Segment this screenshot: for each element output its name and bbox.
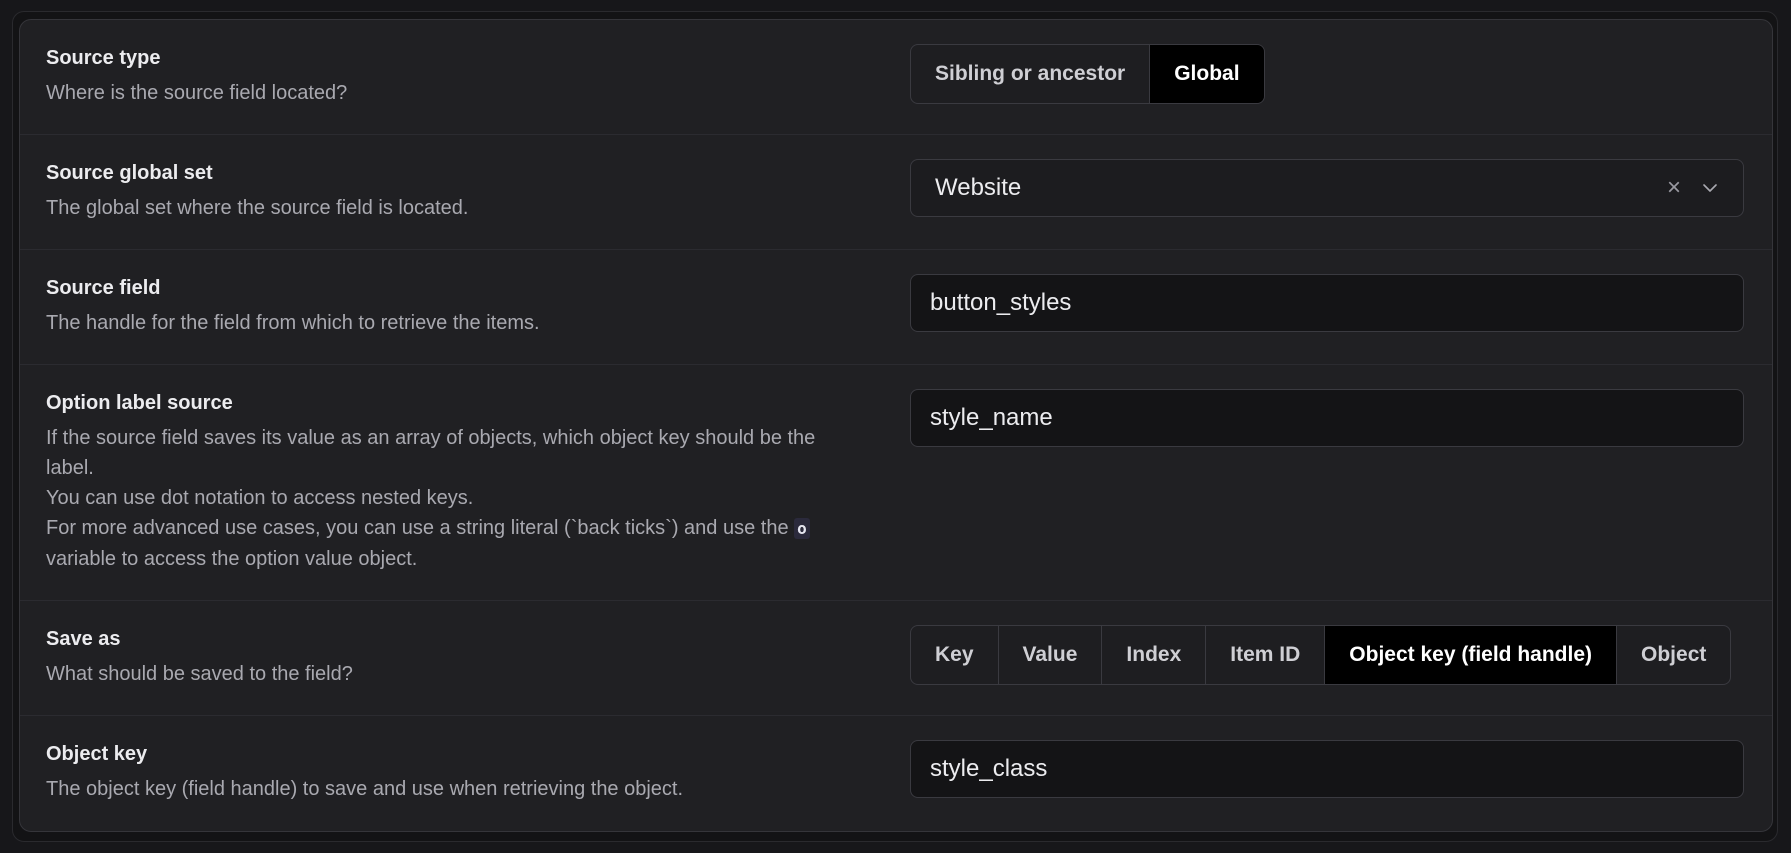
source-global-set-description: The global set where the source field is… <box>46 197 469 219</box>
source-type-description: Where is the source field located? <box>46 82 348 104</box>
save-as-option-object-key[interactable]: Object key (field handle) <box>1325 626 1618 684</box>
object-key-control <box>910 740 1744 798</box>
clear-icon[interactable]: × <box>1667 176 1681 200</box>
source-type-option-sibling[interactable]: Sibling or ancestor <box>911 45 1151 103</box>
source-global-set-value: Website <box>935 174 1022 201</box>
option-variable-code: o <box>794 518 810 539</box>
save-as-title: Save as <box>46 628 121 650</box>
save-as-option-key[interactable]: Key <box>911 626 999 684</box>
save-as-description: What should be saved to the field? <box>46 663 353 685</box>
source-type-title: Source type <box>46 47 161 69</box>
chevron-down-icon[interactable] <box>1703 180 1719 196</box>
source-type-option-global[interactable]: Global <box>1150 45 1264 103</box>
source-field-title: Source field <box>46 277 161 299</box>
row-option-label-source: Option label source If the source field … <box>20 365 1772 601</box>
source-type-label-group: Source type Where is the source field lo… <box>46 46 876 108</box>
row-source-field: Source field The handle for the field fr… <box>20 250 1772 365</box>
row-source-type: Source type Where is the source field lo… <box>20 20 1772 135</box>
save-as-control: Key Value Index Item ID Object key (fiel… <box>910 625 1732 685</box>
source-type-control: Sibling or ancestor Global <box>910 44 1265 104</box>
save-as-option-object[interactable]: Object <box>1617 626 1730 684</box>
save-as-option-item-id[interactable]: Item ID <box>1206 626 1326 684</box>
source-global-set-label-group: Source global set The global set where t… <box>46 161 876 223</box>
option-label-source-control <box>910 389 1744 447</box>
option-label-source-title: Option label source <box>46 392 233 414</box>
save-as-option-index[interactable]: Index <box>1102 626 1207 684</box>
option-label-source-desc-line3: You can use dot notation to access neste… <box>46 487 474 509</box>
source-field-control <box>910 274 1744 332</box>
option-label-source-input[interactable] <box>910 389 1744 447</box>
source-field-description: The handle for the field from which to r… <box>46 312 540 334</box>
object-key-label-group: Object key The object key (field handle)… <box>46 742 876 804</box>
option-label-source-desc-line1: If the source field saves its value as a… <box>46 427 816 449</box>
source-field-input[interactable] <box>910 274 1744 332</box>
row-source-global-set: Source global set The global set where t… <box>20 135 1772 250</box>
option-label-source-description: If the source field saves its value as a… <box>46 423 876 574</box>
object-key-description: The object key (field handle) to save an… <box>46 778 684 800</box>
object-key-title: Object key <box>46 743 148 765</box>
source-global-set-select[interactable]: Website × <box>910 159 1744 217</box>
option-label-source-desc-line4-text: For more advanced use cases, you can use… <box>46 517 789 539</box>
save-as-segmented: Key Value Index Item ID Object key (fiel… <box>910 625 1732 685</box>
object-key-input[interactable] <box>910 740 1744 798</box>
option-label-source-desc-line4: For more advanced use cases, you can use… <box>46 513 876 544</box>
source-global-set-title: Source global set <box>46 162 213 184</box>
save-as-option-value[interactable]: Value <box>999 626 1103 684</box>
option-label-source-desc-line2: label. <box>46 457 94 479</box>
option-label-source-desc-line5: variable to access the option value obje… <box>46 548 418 570</box>
settings-card: Source type Where is the source field lo… <box>19 19 1773 832</box>
row-save-as: Save as What should be saved to the fiel… <box>20 601 1772 716</box>
save-as-label-group: Save as What should be saved to the fiel… <box>46 627 876 689</box>
row-object-key: Object key The object key (field handle)… <box>20 716 1772 831</box>
option-label-source-label-group: Option label source If the source field … <box>46 391 876 574</box>
source-type-segmented: Sibling or ancestor Global <box>910 44 1265 104</box>
source-field-label-group: Source field The handle for the field fr… <box>46 276 876 338</box>
source-global-set-control: Website × <box>910 159 1744 217</box>
